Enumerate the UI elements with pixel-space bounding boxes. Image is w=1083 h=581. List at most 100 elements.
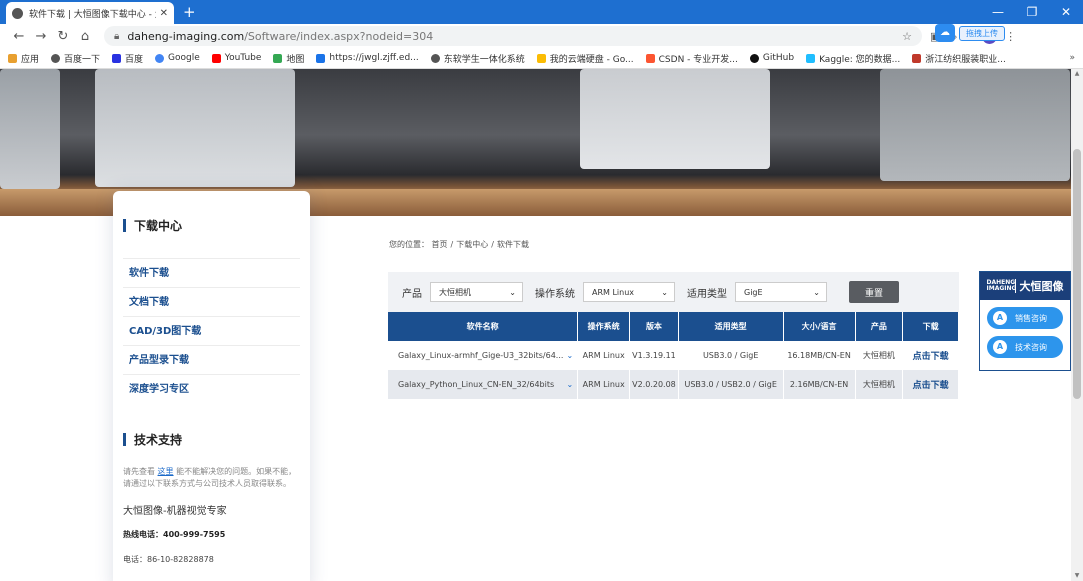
new-tab-button[interactable]: + — [183, 2, 196, 22]
type-select[interactable]: GigE ⌄ — [735, 282, 827, 302]
menu-dots-icon[interactable]: ⋮ — [1005, 30, 1016, 43]
filter-bar: 产品 大恒相机 ⌄ 操作系统 ARM Linux ⌄ 适用类型 GigE ⌄ 重置 — [388, 272, 959, 312]
software-download-table: 软件名称 操作系统 版本 适用类型 大小/语言 产品 下载 Galaxy_Lin… — [388, 312, 959, 399]
forward-icon[interactable]: → — [30, 29, 52, 44]
chevron-down-icon: ⌄ — [509, 287, 516, 297]
sidebar-item-deep-learning[interactable]: 深度学习专区 — [123, 374, 300, 403]
logo-en: DAHENG IMAGING — [987, 280, 1017, 292]
product-select[interactable]: 大恒相机 ⌄ — [430, 282, 523, 302]
hotline-label: 热线电话： — [123, 530, 163, 539]
close-window-button[interactable]: ✕ — [1049, 0, 1083, 24]
scrollbar-thumb[interactable] — [1073, 149, 1081, 399]
os-select-value: ARM Linux — [592, 287, 635, 297]
apps-grid-icon — [8, 53, 17, 63]
type-select-value: GigE — [744, 287, 763, 297]
software-name-cell[interactable]: Galaxy_Linux-armhf_Gige-U3_32bits/64... ⌄ — [388, 341, 579, 370]
bookmark-item[interactable]: 地图 — [273, 52, 304, 65]
page-scrollbar[interactable]: ▲ ▼ — [1071, 69, 1083, 581]
sidebar-item-documents[interactable]: 文档下载 — [123, 287, 300, 316]
table-row: Galaxy_Python_Linux_CN-EN_32/64bits ⌄ ARM… — [388, 370, 959, 399]
browser-toolbar: ← → ↻ ⌂ 🔒︎ daheng-imaging.com /Software/… — [0, 24, 1083, 48]
globe-icon — [430, 53, 440, 63]
url-path: /Software/index.aspx?nodeid=304 — [244, 29, 434, 43]
bookmarks-overflow-icon[interactable]: » — [1069, 53, 1075, 63]
bookmark-item[interactable]: GitHub — [749, 53, 794, 63]
download-link[interactable]: 点击下载 — [902, 370, 959, 399]
bookmark-item[interactable]: YouTube — [211, 53, 261, 63]
lock-icon[interactable]: 🔒︎ — [114, 31, 119, 42]
product-filter-label: 产品 — [402, 288, 422, 300]
bookmark-item[interactable]: Kaggle: 您的数据... — [806, 52, 900, 65]
version-cell: V2.0.20.08 — [629, 370, 679, 399]
bookmark-item[interactable]: 我的云端硬盘 - Go... — [536, 52, 634, 65]
bookmark-item[interactable]: CSDN - 专业开发... — [645, 52, 738, 65]
product-cell: 大恒相机 — [855, 341, 904, 370]
logo-cn: 大恒图像 — [1019, 280, 1064, 293]
reset-button[interactable]: 重置 — [849, 281, 899, 303]
download-link[interactable]: 点击下载 — [902, 341, 959, 370]
os-select[interactable]: ARM Linux ⌄ — [583, 282, 675, 302]
monitor-image — [880, 69, 1070, 181]
breadcrumb-download-center[interactable]: 下载中心 — [456, 240, 488, 249]
address-bar[interactable]: 🔒︎ daheng-imaging.com /Software/index.as… — [104, 26, 922, 46]
back-icon[interactable]: ← — [8, 29, 30, 44]
bookmark-item[interactable]: 百度一下 — [51, 52, 100, 65]
cloud-icon: ☁ — [935, 24, 955, 42]
breadcrumb-current: 软件下载 — [496, 240, 529, 249]
sales-consult-button[interactable]: A 销售咨询 — [987, 307, 1063, 329]
bookmark-label: CSDN - 专业开发... — [658, 54, 738, 65]
bookmark-star-icon[interactable]: ☆ — [902, 30, 912, 43]
sidebar-item-software[interactable]: 软件下载 — [123, 258, 300, 287]
breadcrumb-home[interactable]: 首页 — [432, 240, 448, 249]
sidebar-item-catalog[interactable]: 产品型录下载 — [123, 345, 300, 374]
browser-tab[interactable]: 软件下载 | 大恒图像下载中心 - 大 ✕ — [6, 2, 174, 24]
chevron-down-icon[interactable]: ⌄ — [567, 351, 574, 360]
tab-title: 软件下载 | 大恒图像下载中心 - 大 — [29, 9, 156, 20]
monitor-image — [0, 69, 60, 189]
scroll-up-icon[interactable]: ▲ — [1073, 70, 1081, 78]
bookmark-item[interactable]: https://jwgl.zjff.ed... — [316, 53, 419, 63]
chat-icon: A — [993, 311, 1007, 325]
google-drive-icon — [536, 53, 546, 63]
sales-consult-label: 销售咨询 — [1015, 313, 1047, 323]
os-cell: ARM Linux — [577, 341, 631, 370]
globe-icon — [51, 53, 61, 63]
sidebar-menu: 软件下载 文档下载 CAD/3D图下载 产品型录下载 深度学习专区 — [123, 258, 300, 403]
tech-consult-label: 技术咨询 — [1015, 342, 1047, 352]
sidebar: 下载中心 软件下载 文档下载 CAD/3D图下载 产品型录下载 深度学习专区 技… — [113, 191, 310, 581]
window-controls: — ❐ ✕ — [981, 0, 1083, 24]
bookmark-apps[interactable]: 应用 — [8, 52, 39, 65]
sidebar-item-cad[interactable]: CAD/3D图下载 — [123, 316, 300, 345]
chevron-down-icon[interactable]: ⌄ — [567, 380, 574, 389]
home-icon[interactable]: ⌂ — [74, 29, 96, 44]
tech-support-title: 技术支持 — [123, 431, 300, 448]
bookmark-item[interactable]: Google — [155, 53, 200, 63]
restore-button[interactable]: ❐ — [1015, 0, 1049, 24]
support-link[interactable]: 这里 — [158, 467, 174, 476]
daheng-logo: DAHENG IMAGING 大恒图像 — [980, 272, 1070, 300]
bookmark-item[interactable]: 东软学生一体化系统 — [430, 52, 525, 65]
column-header-os: 操作系统 — [577, 312, 631, 341]
bookmark-item[interactable]: 浙江纺织服装职业... — [912, 52, 1006, 65]
site-icon — [912, 53, 922, 63]
minimize-button[interactable]: — — [981, 0, 1015, 24]
breadcrumb: 您的位置： 首页 / 下载中心 / 软件下载 — [389, 239, 529, 250]
bookmark-item[interactable]: 百度 — [112, 52, 143, 65]
software-name-cell[interactable]: Galaxy_Python_Linux_CN-EN_32/64bits ⌄ — [388, 370, 579, 399]
tech-consult-button[interactable]: A 技术咨询 — [987, 336, 1063, 358]
google-icon — [155, 53, 165, 63]
tab-close-icon[interactable]: ✕ — [160, 8, 168, 19]
baidu-upload-widget[interactable]: ☁ 拖拽上传 — [935, 24, 1005, 42]
csdn-icon — [645, 53, 655, 63]
logo-en-line2: IMAGING — [986, 285, 1017, 292]
column-header-type: 适用类型 — [678, 312, 784, 341]
bookmark-label: Google — [168, 53, 200, 63]
type-cell: USB3.0 / USB2.0 / GigE — [678, 370, 784, 399]
support-text-before: 请先查看 — [123, 467, 155, 476]
youtube-icon — [211, 53, 221, 63]
table-row: Galaxy_Linux-armhf_Gige-U3_32bits/64... ⌄… — [388, 341, 959, 370]
scroll-down-icon[interactable]: ▼ — [1073, 572, 1081, 580]
chat-icon: A — [993, 340, 1007, 354]
reload-icon[interactable]: ↻ — [52, 29, 74, 44]
column-header-version: 版本 — [629, 312, 679, 341]
